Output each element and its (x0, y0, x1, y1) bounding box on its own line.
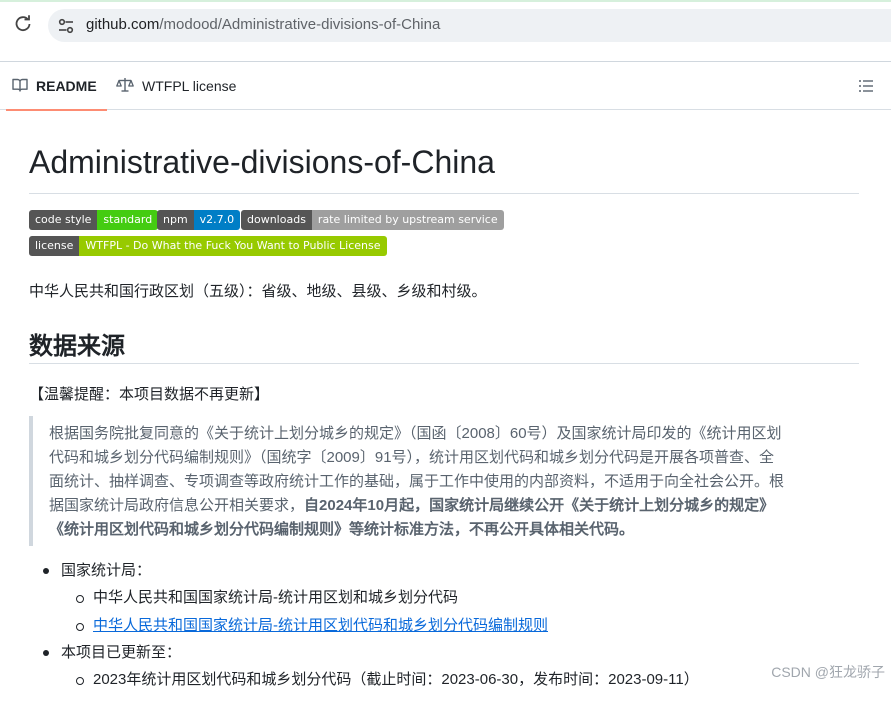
quote-text: 据国家统计局政府信息公开相关要求， (49, 497, 304, 514)
outline-menu-icon[interactable] (858, 78, 874, 94)
badge-downloads[interactable]: downloadsrate limited by upstream servic… (241, 210, 504, 230)
scale-icon (116, 77, 142, 96)
badge-value: v2.7.0 (194, 210, 241, 230)
readme-title: Administrative-divisions-of-China (29, 144, 859, 194)
url-host: github.com (86, 16, 159, 33)
tab-readme[interactable]: README (12, 62, 105, 110)
reload-icon[interactable] (13, 14, 33, 34)
badge-value: standard (97, 210, 158, 230)
badge-value: WTFPL - Do What the Fuck You Want to Pub… (79, 236, 386, 256)
list-item: 本项目已更新至： (29, 640, 859, 666)
list-item: 国家统计局： (29, 558, 859, 584)
tab-readme-label: README (36, 78, 97, 94)
quote-line: 面统计、抽样调查、专项调查等政府统计工作的基础，属于工作中使用的内部资料，不适用… (49, 470, 859, 494)
badge-code-style[interactable]: code stylestandard (29, 210, 158, 230)
address-bar[interactable]: github.com/modood/Administrative-divisio… (48, 9, 891, 42)
badge-label: npm (157, 210, 194, 230)
badge-label: code style (29, 210, 97, 230)
quote-line: 据国家统计局政府信息公开相关要求，自2024年10月起，国家统计局继续公开《关于… (49, 494, 859, 518)
url-text[interactable]: github.com/modood/Administrative-divisio… (86, 16, 440, 33)
quote-emphasis: 自2024年10月起，国家统计局继续公开《关于统计上划分城乡的规定》 (304, 497, 774, 514)
badge-label: license (29, 236, 79, 256)
notice-text: 【温馨提醒：本项目数据不再更新】 (29, 383, 269, 404)
browser-toolbar: github.com/modood/Administrative-divisio… (0, 0, 891, 48)
book-icon (12, 77, 36, 96)
list-item: 2023年统计用区划代码和城乡划分代码（截止时间：2023-06-30，发布时间… (29, 666, 859, 694)
site-settings-icon[interactable] (57, 17, 75, 35)
quote-line: 根据国务院批复同意的《关于统计上划分城乡的规定》（国函〔2008〕60号）及国家… (49, 422, 859, 446)
readme-tabs: README WTFPL license (0, 62, 891, 110)
section-heading-data-source: 数据来源 (29, 326, 859, 364)
coding-rules-link[interactable]: 中华人民共和国国家统计局-统计用区划代码和城乡划分代码编制规则 (93, 617, 548, 634)
badge-label: downloads (241, 210, 312, 230)
list-item: 中华人民共和国国家统计局-统计用区划和城乡划分代码 (29, 584, 859, 612)
policy-quote: 根据国务院批复同意的《关于统计上划分城乡的规定》（国函〔2008〕60号）及国家… (29, 416, 859, 546)
intro-text: 中华人民共和国行政区划（五级）：省级、地级、县级、乡级和村级。 (29, 280, 487, 301)
quote-line: 代码和城乡划分代码编制规则》（国统字〔2009〕91号），统计用区划代码和城乡划… (49, 446, 859, 470)
badge-value: rate limited by upstream service (312, 210, 504, 230)
quote-emphasis: 《统计用区划代码和城乡划分代码编制规则》等统计标准方法，不再公开具体相关代码。 (49, 521, 634, 538)
badge-license[interactable]: licenseWTFPL - Do What the Fuck You Want… (29, 236, 387, 256)
source-list: 国家统计局： 中华人民共和国国家统计局-统计用区划和城乡划分代码 中华人民共和国… (29, 558, 859, 694)
quote-line: 《统计用区划代码和城乡划分代码编制规则》等统计标准方法，不再公开具体相关代码。 (49, 518, 859, 542)
list-item: 中华人民共和国国家统计局-统计用区划代码和城乡划分代码编制规则 (29, 612, 859, 640)
readme-panel: README WTFPL license Administrative-divi… (0, 61, 891, 701)
watermark: CSDN @狂龙骄子 (771, 662, 885, 682)
url-path: /modood/Administrative-divisions-of-Chin… (159, 16, 440, 33)
badge-npm[interactable]: npmv2.7.0 (157, 210, 240, 230)
tab-license[interactable]: WTFPL license (116, 62, 236, 110)
tab-license-label: WTFPL license (142, 78, 236, 94)
